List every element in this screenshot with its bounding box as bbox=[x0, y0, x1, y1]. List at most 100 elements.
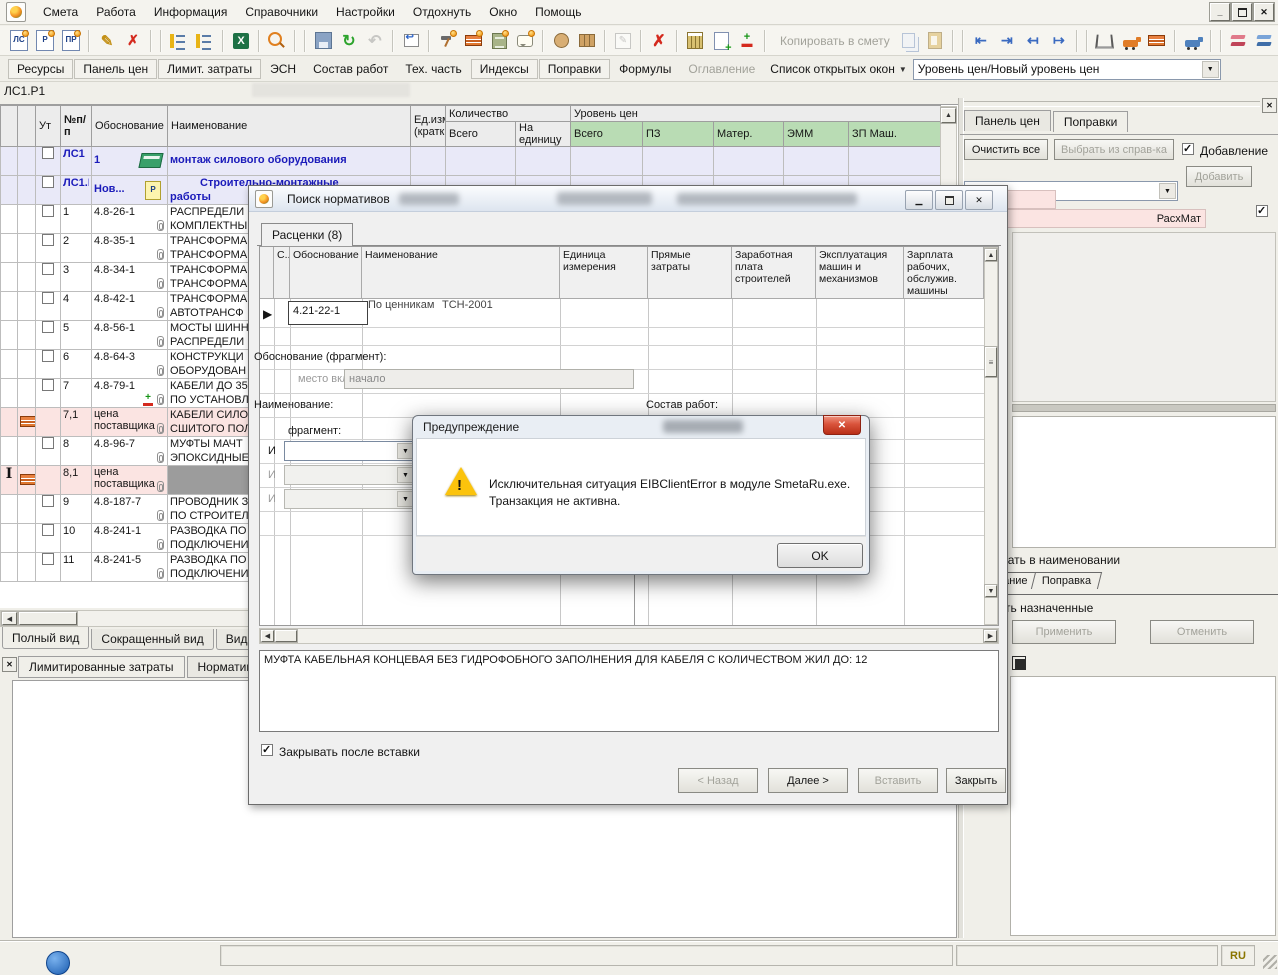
addition-checkbox[interactable] bbox=[1182, 143, 1194, 155]
menu-otdohnut[interactable]: Отдохнуть bbox=[404, 2, 480, 23]
restore-icon[interactable] bbox=[1232, 3, 1252, 21]
chevron-down-icon[interactable]: ▼ bbox=[1202, 61, 1219, 78]
name-fragment-combobox-3[interactable]: ▼ bbox=[284, 489, 416, 509]
tab-limited-costs[interactable]: Лимитированные затраты bbox=[18, 656, 185, 678]
menu-informacia[interactable]: Информация bbox=[145, 2, 236, 23]
col-machine-workers-wages[interactable]: Зарплата рабочих, обслужив. машины bbox=[904, 247, 984, 299]
row-checkbox[interactable] bbox=[42, 147, 54, 159]
back-button[interactable]: < Назад bbox=[678, 768, 758, 793]
excel-export-icon[interactable]: X bbox=[228, 28, 254, 54]
calculator-icon[interactable] bbox=[682, 28, 708, 54]
menu-rabota[interactable]: Работа bbox=[87, 2, 145, 23]
compass-icon[interactable] bbox=[1092, 28, 1118, 54]
tab-short-view[interactable]: Сокращенный вид bbox=[91, 629, 213, 650]
row-checkbox[interactable] bbox=[42, 176, 54, 188]
resources-icon[interactable] bbox=[548, 28, 574, 54]
col-s[interactable]: С.. bbox=[274, 247, 290, 299]
tab-teh-chast[interactable]: Тех. часть bbox=[397, 60, 469, 78]
col-qty-per-unit[interactable]: На единицу bbox=[516, 122, 571, 147]
scroll-thumb[interactable] bbox=[275, 630, 297, 642]
table-row[interactable]: ЛС1 1 монтаж силового оборудования bbox=[1, 147, 941, 176]
paste-icon[interactable] bbox=[922, 28, 948, 54]
add-button[interactable]: Добавить bbox=[1186, 166, 1252, 187]
outdent-all-icon[interactable]: ↦ bbox=[1046, 28, 1072, 54]
tab-indeksy[interactable]: Индексы bbox=[471, 59, 538, 79]
menu-okno[interactable]: Окно bbox=[480, 2, 526, 23]
close-icon[interactable]: ✕ bbox=[965, 190, 993, 210]
row-checkbox[interactable] bbox=[42, 437, 54, 449]
col-pl-total[interactable]: Всего bbox=[571, 122, 643, 147]
indent-icon[interactable]: ⇥ bbox=[994, 28, 1020, 54]
bricks-icon[interactable] bbox=[1144, 28, 1170, 54]
close-after-insert-checkbox[interactable] bbox=[261, 744, 273, 756]
materials-settings-icon[interactable] bbox=[460, 28, 486, 54]
new-ls-button[interactable]: ЛС bbox=[6, 28, 32, 54]
tab-esn[interactable]: ЭСН bbox=[262, 60, 304, 78]
indent-first-icon[interactable]: ⇤ bbox=[968, 28, 994, 54]
row-checkbox[interactable] bbox=[42, 495, 54, 507]
tab-formuly[interactable]: Формулы bbox=[611, 60, 679, 78]
price-level-combobox[interactable]: Уровень цен/Новый уровень цен ▼ bbox=[913, 59, 1221, 80]
new-r-button[interactable]: Р bbox=[32, 28, 58, 54]
col-unit[interactable]: Ед.изм. (краткая) bbox=[411, 106, 446, 147]
works-settings-icon[interactable] bbox=[434, 28, 460, 54]
col-num[interactable]: №п/п bbox=[61, 106, 92, 147]
scroll-left-icon[interactable]: ◀ bbox=[261, 630, 274, 642]
minimize-icon[interactable]: _ bbox=[1210, 3, 1230, 21]
row-checkbox[interactable] bbox=[42, 379, 54, 391]
splitter-handle[interactable] bbox=[964, 101, 1260, 107]
restore-window-icon[interactable] bbox=[398, 28, 424, 54]
grid-icon[interactable] bbox=[1012, 656, 1026, 670]
row-checkbox[interactable] bbox=[42, 205, 54, 217]
resize-grip[interactable] bbox=[1263, 955, 1277, 969]
row-checkbox[interactable] bbox=[42, 234, 54, 246]
insert-button[interactable]: Вставить bbox=[858, 768, 938, 793]
new-pr-button[interactable]: ПР bbox=[58, 28, 84, 54]
splitter-handle[interactable] bbox=[1012, 404, 1276, 412]
delete-list-icon[interactable]: ✗ bbox=[120, 28, 146, 54]
crate-icon[interactable] bbox=[574, 28, 600, 54]
col-unit[interactable]: Единица измерения bbox=[560, 247, 648, 299]
scroll-thumb[interactable] bbox=[19, 612, 77, 625]
add-checkbox[interactable] bbox=[1256, 205, 1268, 217]
col-ut[interactable]: Ут bbox=[36, 106, 61, 147]
clear-all-button[interactable]: Очистить все bbox=[964, 139, 1048, 160]
menu-nastroyki[interactable]: Настройки bbox=[327, 2, 404, 23]
dialog-hscrollbar[interactable]: ◀ ▶ bbox=[259, 628, 999, 644]
tab-popravki[interactable]: Поправки bbox=[539, 59, 610, 79]
cancel-button[interactable]: Отменить bbox=[1150, 620, 1254, 644]
tab-panel-cen[interactable]: Панель цен bbox=[74, 59, 157, 79]
scroll-up-icon[interactable]: ▲ bbox=[985, 249, 997, 261]
plus-minus-icon[interactable]: +▬ bbox=[734, 28, 760, 54]
menu-pomosch[interactable]: Помощь bbox=[526, 2, 590, 23]
dialog-title-bar[interactable]: Поиск нормативов ▁ ✕ bbox=[249, 186, 1007, 212]
copy-icon[interactable] bbox=[896, 28, 922, 54]
place-field[interactable]: начало bbox=[344, 369, 634, 389]
tab-full-view[interactable]: Полный вид bbox=[2, 627, 89, 649]
scroll-left-icon[interactable]: ◀ bbox=[2, 612, 17, 625]
cabinet-settings-icon[interactable] bbox=[486, 28, 512, 54]
catalog-blue-icon[interactable] bbox=[1252, 28, 1278, 54]
standard-name-textarea[interactable]: МУФТА КАБЕЛЬНАЯ КОНЦЕВАЯ БЕЗ ГИДРОФОБНОГ… bbox=[259, 650, 999, 732]
tab-limit-zatraty[interactable]: Лимит. затраты bbox=[158, 59, 261, 79]
apply-button[interactable]: Применить bbox=[1012, 620, 1116, 644]
save-icon[interactable] bbox=[310, 28, 336, 54]
edit-list-icon[interactable]: ✎ bbox=[94, 28, 120, 54]
col-machines-operation[interactable]: Эксплуатация машин и механизмов bbox=[816, 247, 904, 299]
row-checkbox[interactable] bbox=[42, 350, 54, 362]
add-document-icon[interactable] bbox=[708, 28, 734, 54]
undo-icon[interactable]: ↶ bbox=[362, 28, 388, 54]
pick-from-reference-button[interactable]: Выбрать из справ-ка bbox=[1054, 139, 1174, 160]
delete-row-icon[interactable]: ✗ bbox=[646, 28, 672, 54]
tab-sostav-rabot[interactable]: Состав работ bbox=[305, 60, 396, 78]
col-pl-mater[interactable]: Матер. bbox=[714, 122, 784, 147]
row-checkbox[interactable] bbox=[42, 553, 54, 565]
comment-settings-icon[interactable] bbox=[512, 28, 538, 54]
next-button[interactable]: Далее > bbox=[768, 768, 848, 793]
close-icon[interactable]: ✕ bbox=[1262, 98, 1277, 113]
warning-title-bar[interactable]: Предупреждение ✕ bbox=[413, 416, 869, 438]
col-pl-emm[interactable]: ЭММ bbox=[784, 122, 849, 147]
ok-button[interactable]: OK bbox=[777, 543, 863, 568]
tree-view-icon[interactable] bbox=[166, 28, 192, 54]
correction-detail-area[interactable] bbox=[1012, 416, 1276, 548]
